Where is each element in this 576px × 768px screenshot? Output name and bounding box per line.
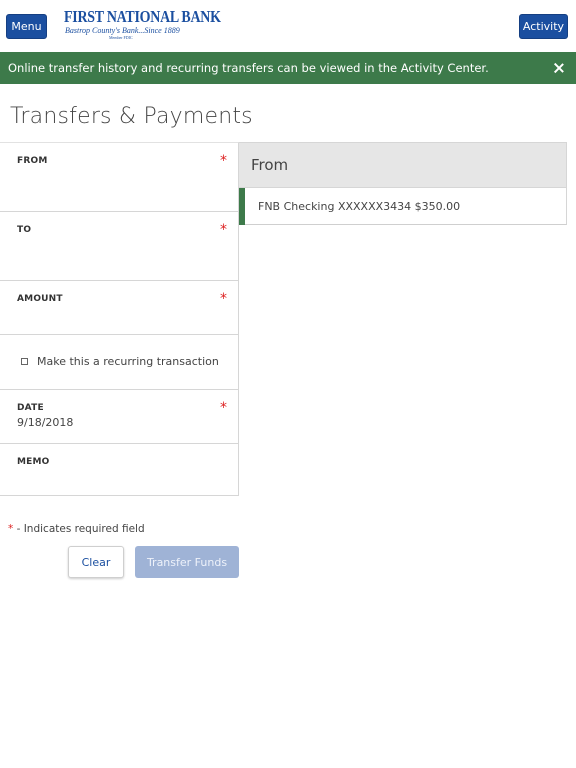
date-label: DATE — [17, 403, 44, 413]
required-note-text: - Indicates required field — [13, 523, 145, 535]
recurring-label: Make this a recurring transaction — [37, 355, 219, 368]
required-note: * - Indicates required field — [8, 523, 145, 535]
required-marker: * — [220, 153, 227, 169]
to-label: TO — [17, 225, 32, 235]
date-field[interactable]: DATE * 9/18/2018 — [0, 389, 239, 443]
required-marker: * — [220, 222, 227, 238]
amount-label: AMOUNT — [17, 294, 63, 304]
transfer-funds-button[interactable]: Transfer Funds — [135, 546, 239, 578]
memo-field[interactable]: MEMO — [0, 443, 239, 496]
from-account-panel: From FNB Checking XXXXXX3434 $350.00 — [239, 142, 567, 225]
required-marker: * — [220, 400, 227, 416]
clear-button[interactable]: Clear — [68, 546, 124, 578]
logo-fdic: Member FDIC — [109, 35, 133, 40]
bank-logo: First National Bank Bastrop County's Ban… — [64, 7, 221, 44]
from-label: FROM — [17, 156, 48, 166]
info-banner: Online transfer history and recurring tr… — [0, 52, 576, 84]
to-field[interactable]: TO * — [0, 211, 239, 280]
activity-button[interactable]: Activity — [519, 14, 568, 39]
app-header: Menu First National Bank Bastrop County'… — [0, 0, 576, 52]
recurring-checkbox[interactable] — [21, 358, 28, 365]
page-title: Transfers & Payments — [10, 104, 253, 129]
close-icon[interactable] — [551, 60, 567, 76]
panel-heading: From — [239, 142, 567, 188]
banner-message: Online transfer history and recurring tr… — [8, 61, 489, 75]
amount-field[interactable]: AMOUNT * — [0, 280, 239, 334]
memo-label: MEMO — [17, 457, 50, 467]
menu-button[interactable]: Menu — [6, 14, 47, 39]
recurring-option[interactable]: Make this a recurring transaction — [21, 355, 219, 368]
date-value[interactable]: 9/18/2018 — [17, 416, 73, 429]
required-marker: * — [220, 291, 227, 307]
recurring-field: Make this a recurring transaction — [0, 334, 239, 389]
from-field[interactable]: FROM * — [0, 142, 239, 211]
account-option[interactable]: FNB Checking XXXXXX3434 $350.00 — [239, 188, 567, 225]
transfer-form: FROM * TO * AMOUNT * Make this a recurri… — [0, 142, 239, 496]
logo-tagline: Bastrop County's Bank...Since 1889 — [65, 26, 180, 35]
logo-wordmark: First National Bank — [64, 7, 221, 26]
